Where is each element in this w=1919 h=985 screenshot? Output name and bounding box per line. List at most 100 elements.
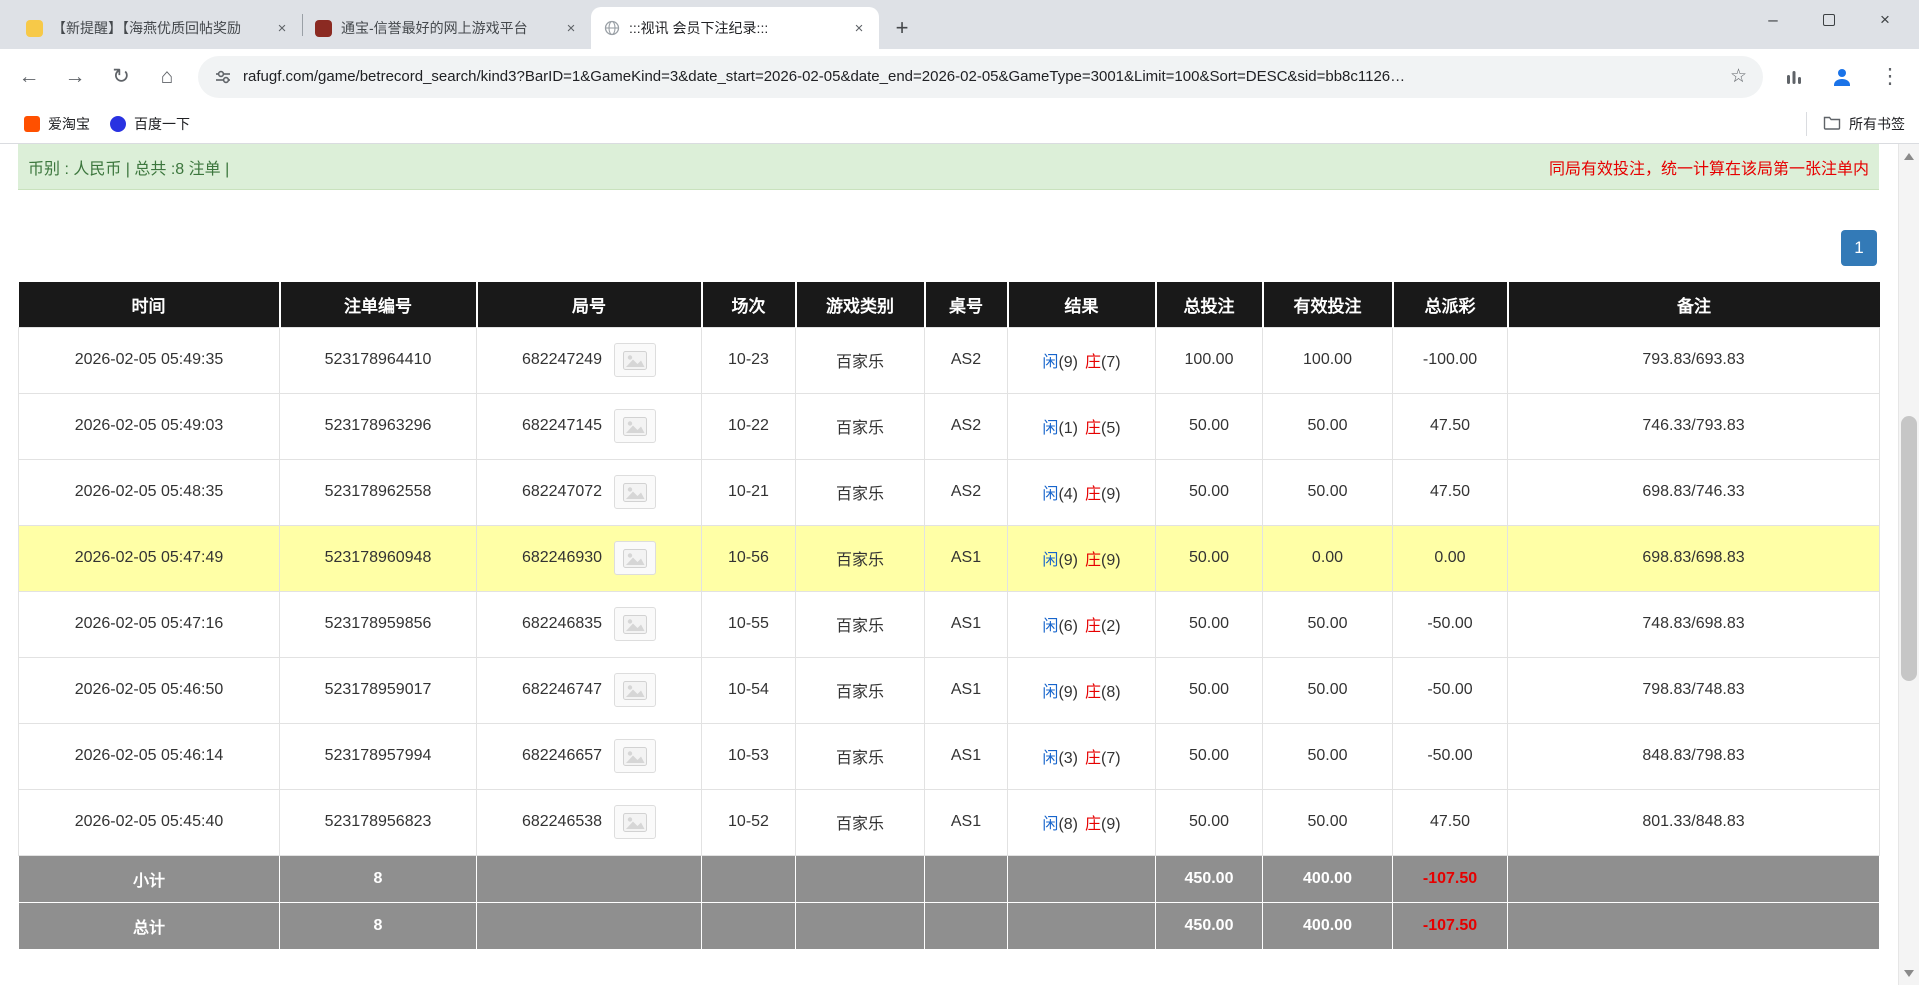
new-tab-button[interactable]: + <box>887 13 917 43</box>
cell-note: 798.83/748.83 <box>1507 656 1880 724</box>
banker-result: 庄 <box>1085 816 1102 833</box>
column-header: 结果 <box>1006 282 1156 327</box>
scroll-down-icon <box>1904 969 1914 977</box>
maximize-button[interactable] <box>1801 0 1857 40</box>
cell-payout: 47.50 <box>1392 392 1508 460</box>
summary-label: 小计 <box>18 854 280 903</box>
bookmark-baidu[interactable]: 百度一下 <box>100 109 200 139</box>
banker-result: 庄 <box>1085 420 1102 437</box>
tab-title: 【新提醒】【海燕优质回帖奖励 <box>52 20 241 36</box>
scroll-thumb[interactable] <box>1901 416 1917 681</box>
cell-game-type: 百家乐 <box>795 788 925 856</box>
url-text[interactable]: rafugf.com/game/betrecord_search/kind3?B… <box>243 68 1719 85</box>
tab-close-icon[interactable]: × <box>849 18 869 38</box>
round-no-text: 682247145 <box>521 417 603 434</box>
address-bar[interactable]: rafugf.com/game/betrecord_search/kind3?B… <box>198 55 1763 98</box>
summary-empty-cell <box>701 854 796 903</box>
cell-bet-no: 523178959856 <box>279 590 477 658</box>
cell-time: 2026-02-05 05:47:49 <box>18 524 280 592</box>
cell-session: 10-56 <box>701 524 796 592</box>
cell-bet-no: 523178964410 <box>279 326 477 394</box>
round-no-text: 682247249 <box>521 351 603 368</box>
bet-row[interactable]: 2026-02-05 05:47:16 523178959856 6822468… <box>18 590 1880 658</box>
player-result: 闲 <box>1042 684 1059 701</box>
summary-label: 总计 <box>18 901 280 950</box>
player-result: 闲 <box>1042 354 1059 371</box>
player-result: 闲 <box>1042 750 1059 767</box>
round-no-text: 682246930 <box>521 549 603 566</box>
tab-close-icon[interactable]: × <box>272 18 292 38</box>
cell-valid-bet: 50.00 <box>1262 722 1393 790</box>
window-controls: – × <box>1745 0 1913 40</box>
bet-row[interactable]: 2026-02-05 05:45:40 523178956823 6822465… <box>18 788 1880 856</box>
bet-table-body: 2026-02-05 05:49:35 523178964410 6822472… <box>18 326 1880 856</box>
cell-table-no: AS2 <box>924 326 1008 394</box>
tab-2[interactable]: 通宝-信誉最好的网上游戏平台 × <box>303 7 591 49</box>
tab1-favicon-icon <box>26 19 43 37</box>
bet-row[interactable]: 2026-02-05 05:47:49 523178960948 6822469… <box>18 524 1880 592</box>
video-icon[interactable] <box>614 607 657 641</box>
cell-game-type: 百家乐 <box>795 590 925 658</box>
banker-result: 庄 <box>1085 684 1102 701</box>
tab-close-icon[interactable]: × <box>561 18 581 38</box>
scroll-up-icon <box>1904 152 1914 160</box>
video-icon[interactable] <box>614 475 657 509</box>
site-settings-icon[interactable] <box>214 68 232 86</box>
cell-note: 801.33/848.83 <box>1507 788 1880 856</box>
tab-title: :::视讯 会员下注纪录::: <box>629 20 769 36</box>
cell-note: 793.83/693.83 <box>1507 326 1880 394</box>
menu-icon[interactable]: ⋮ <box>1869 56 1911 98</box>
video-icon[interactable] <box>614 409 657 443</box>
forward-button[interactable]: → <box>54 56 96 98</box>
cell-valid-bet: 50.00 <box>1262 788 1393 856</box>
cell-valid-bet: 50.00 <box>1262 590 1393 658</box>
page-1-button[interactable]: 1 <box>1841 230 1877 266</box>
bet-row[interactable]: 2026-02-05 05:49:03 523178963296 6822471… <box>18 392 1880 460</box>
bet-row[interactable]: 2026-02-05 05:46:50 523178959017 6822467… <box>18 656 1880 724</box>
bookmarks-bar: 爱淘宝 百度一下 所有书签 <box>0 104 1919 144</box>
cell-table-no: AS1 <box>924 656 1008 724</box>
cell-result: 闲(3) 庄(7) <box>1007 722 1156 790</box>
video-icon[interactable] <box>614 343 657 377</box>
summary-empty-cell <box>924 901 1008 950</box>
bet-row[interactable]: 2026-02-05 05:49:35 523178964410 6822472… <box>18 326 1880 394</box>
cell-round-no: 682246747 <box>476 656 702 724</box>
cell-bet-no: 523178959017 <box>279 656 477 724</box>
summary-empty-cell <box>795 854 925 903</box>
close-window-button[interactable]: × <box>1857 0 1913 40</box>
scroll-down-button[interactable] <box>1899 963 1919 983</box>
bookmark-star-icon[interactable]: ☆ <box>1730 65 1747 88</box>
video-icon[interactable] <box>614 541 657 575</box>
minimize-button[interactable]: – <box>1745 0 1801 40</box>
bet-table-foot: 小计 8 450.00 400.00 -107.50 总计 8 450.00 4… <box>18 854 1880 950</box>
cell-session: 10-21 <box>701 458 796 526</box>
reload-button[interactable]: ↻ <box>100 56 142 98</box>
video-icon[interactable] <box>614 739 657 773</box>
summary-empty-cell <box>795 901 925 950</box>
cell-session: 10-23 <box>701 326 796 394</box>
all-bookmarks-button[interactable]: 所有书签 <box>1806 111 1905 136</box>
cell-round-no: 682246835 <box>476 590 702 658</box>
media-controls-icon[interactable] <box>1773 56 1815 98</box>
tab-3-active[interactable]: :::视讯 会员下注纪录::: × <box>591 7 879 49</box>
back-button[interactable]: ← <box>8 56 50 98</box>
home-button[interactable]: ⌂ <box>146 56 188 98</box>
cell-result: 闲(9) 庄(7) <box>1007 326 1156 394</box>
scrollbar[interactable] <box>1898 144 1919 985</box>
cell-result: 闲(6) 庄(2) <box>1007 590 1156 658</box>
bet-row[interactable]: 2026-02-05 05:46:14 523178957994 6822466… <box>18 722 1880 790</box>
video-icon[interactable] <box>614 805 657 839</box>
bookmark-taobao[interactable]: 爱淘宝 <box>14 109 100 139</box>
profile-avatar-icon[interactable] <box>1821 56 1863 98</box>
bet-record-table: 时间 注单编号 局号 场次 游戏类别 桌号 结果 总投注 有效投注 总派彩 备注 2026-02-0… <box>18 282 1880 950</box>
cell-payout: 47.50 <box>1392 788 1508 856</box>
cell-game-type: 百家乐 <box>795 458 925 526</box>
tab-1[interactable]: 【新提醒】【海燕优质回帖奖励 × <box>14 7 302 49</box>
folder-icon <box>1823 114 1841 133</box>
cell-note: 698.83/746.33 <box>1507 458 1880 526</box>
cell-session: 10-54 <box>701 656 796 724</box>
video-icon[interactable] <box>614 673 657 707</box>
summary-row: 小计 8 450.00 400.00 -107.50 <box>18 854 1880 903</box>
bet-row[interactable]: 2026-02-05 05:48:35 523178962558 6822470… <box>18 458 1880 526</box>
scroll-up-button[interactable] <box>1899 146 1919 166</box>
